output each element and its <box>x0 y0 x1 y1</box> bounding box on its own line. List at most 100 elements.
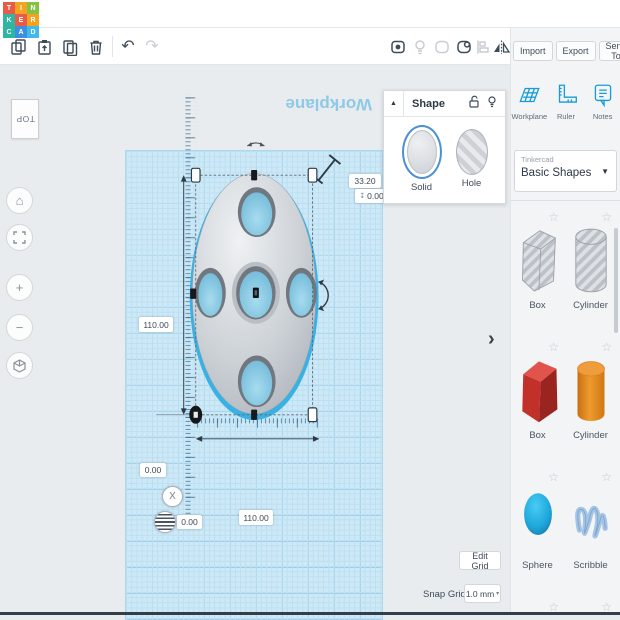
caret-icon: ▾ <box>496 590 499 597</box>
shape-item-cylinder-hole[interactable]: ☆ Cylinder <box>564 204 617 334</box>
shape-item-partial[interactable]: ☆ <box>564 594 617 612</box>
favorite-star-icon[interactable]: ☆ <box>548 340 559 354</box>
baseline-label[interactable]: 0.00 <box>140 463 166 477</box>
shape-center-handle[interactable] <box>253 288 259 298</box>
logo-tile: K <box>3 14 15 26</box>
logo-tile: T <box>3 2 15 14</box>
shape-library-dropdown[interactable]: Tinkercad Basic Shapes ▼ <box>514 150 617 192</box>
axis-x-badge[interactable]: X <box>162 486 183 507</box>
shape-item-label: Cylinder <box>564 300 617 311</box>
hole-option[interactable]: Hole <box>456 125 488 189</box>
hole-bottom <box>238 356 276 408</box>
snap-grid-value: 1.0 mm <box>466 589 494 599</box>
ruler-origin-label[interactable]: 0.00 <box>177 515 202 529</box>
z-elevation-value: 0.00 <box>367 191 384 201</box>
snap-grid-dropdown[interactable]: 1.0 mm ▾ <box>464 584 501 603</box>
favorite-star-icon[interactable]: ☆ <box>548 210 559 224</box>
delete-icon[interactable] <box>84 28 108 65</box>
rotate-handle-top[interactable] <box>247 142 264 146</box>
edit-toolbar: ↶ ↷ <box>0 28 510 65</box>
shape-item-box-solid[interactable]: ☆ Box <box>511 334 564 464</box>
zoom-in-button[interactable]: + <box>6 274 33 301</box>
tinkercad-logo[interactable]: T I N K E R C A D <box>3 2 39 38</box>
z-height-handle[interactable] <box>315 155 341 184</box>
logo-tile: I <box>15 2 27 14</box>
favorite-star-icon[interactable]: ☆ <box>548 470 559 484</box>
ruler-tool[interactable]: Ruler <box>549 82 583 121</box>
shape-item-box-hole[interactable]: ☆ Box <box>511 204 564 334</box>
solid-selected-ring <box>402 125 442 179</box>
solid-option[interactable]: Solid <box>402 125 442 193</box>
ruler-icon <box>553 82 579 108</box>
hole-left <box>195 268 226 318</box>
view-cube-face-label: TOP <box>16 114 35 124</box>
shape-item-label: Sphere <box>511 560 564 571</box>
solid-label: Solid <box>411 182 432 193</box>
lightbulb-icon[interactable] <box>486 95 498 113</box>
favorite-star-icon[interactable]: ☆ <box>601 600 612 612</box>
unlock-icon[interactable] <box>468 95 480 113</box>
library-label: Tinkercad <box>521 155 610 164</box>
shape-item-label: Box <box>511 430 564 441</box>
export-button[interactable]: Export <box>556 41 596 61</box>
import-button[interactable]: Import <box>513 41 553 61</box>
show-all-icon[interactable] <box>386 28 410 65</box>
notes-icon <box>590 82 616 108</box>
ruler-origin-handle[interactable] <box>189 406 202 424</box>
workplane-icon <box>516 82 542 108</box>
panel-collapse-chevron[interactable]: › <box>488 328 495 351</box>
home-view-button[interactable]: ⌂ <box>6 187 33 214</box>
favorite-star-icon[interactable]: ☆ <box>601 470 612 484</box>
notes-tool[interactable]: Notes <box>586 82 620 121</box>
zoom-out-button[interactable]: − <box>6 314 33 341</box>
notes-tool-label: Notes <box>593 112 613 121</box>
dropdown-caret-icon: ▼ <box>601 167 609 176</box>
ruler-horizontal-ticks-major <box>197 418 319 428</box>
ruler-tool-label: Ruler <box>557 112 575 121</box>
dimension-width <box>196 436 320 442</box>
sphere-thumb <box>518 484 558 546</box>
hole-top <box>238 187 276 237</box>
favorite-star-icon[interactable]: ☆ <box>548 600 559 612</box>
shape-item-partial[interactable]: ☆ <box>511 594 564 612</box>
cylinder-orange-thumb <box>573 354 609 426</box>
shape-item-label: Box <box>511 300 564 311</box>
view-cube[interactable]: TOP <box>11 99 39 139</box>
axis-x-label: X <box>169 491 176 502</box>
window-bottom-edge <box>0 612 620 615</box>
top-bar <box>0 0 620 28</box>
box-red-thumb <box>516 354 560 426</box>
workplane-tool[interactable]: Workplane <box>512 82 546 121</box>
perspective-toggle-button[interactable] <box>6 352 33 379</box>
hole-swatch <box>456 129 488 175</box>
shape-item-scribble[interactable]: ☆ Scribble <box>564 464 617 594</box>
logo-tile: D <box>27 26 39 38</box>
gallery-scrollbar[interactable] <box>614 228 618 333</box>
favorite-star-icon[interactable]: ☆ <box>601 210 612 224</box>
shape-item-label: Scribble <box>564 560 617 571</box>
inspector-title: Shape <box>412 98 468 110</box>
elevation-icon: ↧ <box>359 192 365 200</box>
edit-grid-button[interactable]: Edit Grid <box>459 551 501 570</box>
shape-gallery: ☆ Box ☆ Cylinder ☆ <box>511 204 619 612</box>
shape-inspector-panel: ▲ Shape Solid Hole <box>383 90 506 204</box>
dim-height-label[interactable]: 110.00 <box>139 317 173 332</box>
undo-icon[interactable]: ↶ <box>116 28 140 65</box>
rotate-handle-right[interactable] <box>319 280 329 312</box>
workplane-tool-label: Workplane <box>511 112 547 121</box>
redo-icon[interactable]: ↷ <box>140 28 164 65</box>
ruler-options-icon[interactable] <box>154 511 176 533</box>
favorite-star-icon[interactable]: ☆ <box>601 340 612 354</box>
hide-lightbulb-icon[interactable] <box>408 28 432 65</box>
z-height-label[interactable]: 33.20 <box>349 174 381 188</box>
fit-view-button[interactable] <box>6 224 33 251</box>
category-label: Basic Shapes <box>521 167 610 179</box>
dim-width-label[interactable]: 110.00 <box>239 510 273 525</box>
shape-item-sphere[interactable]: ☆ Sphere <box>511 464 564 594</box>
duplicate-icon[interactable] <box>58 28 82 65</box>
send-to-button[interactable]: Send To <box>599 41 620 61</box>
inspector-collapse-button[interactable]: ▲ <box>384 91 404 116</box>
group-icon[interactable] <box>430 28 454 65</box>
shape-item-cylinder-solid[interactable]: ☆ Cylinder <box>564 334 617 464</box>
logo-tile: A <box>15 26 27 38</box>
